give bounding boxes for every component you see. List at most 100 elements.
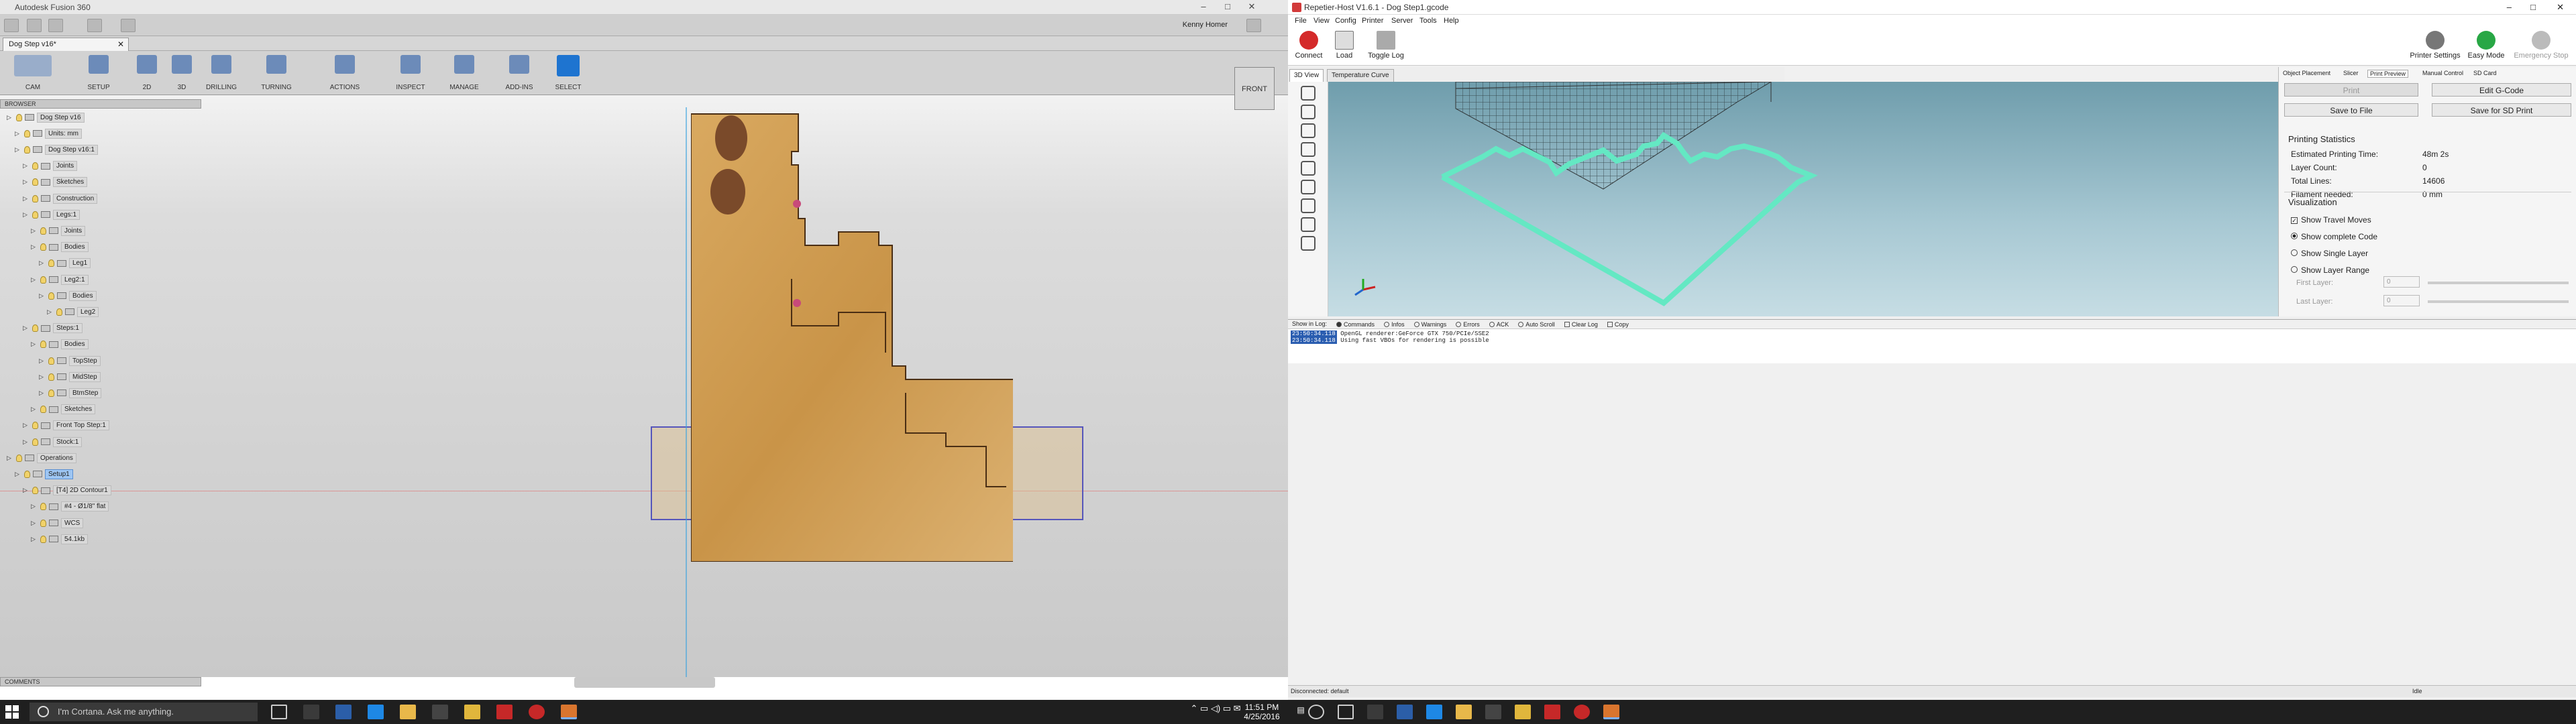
expand-arrow-icon[interactable]: ▷ — [47, 308, 54, 316]
tree-node[interactable]: ▷ Operations — [7, 452, 76, 464]
expand-arrow-icon[interactable]: ▷ — [39, 292, 46, 300]
expand-arrow-icon[interactable]: ▷ — [7, 114, 13, 121]
expand-arrow-icon[interactable]: ▷ — [15, 471, 21, 478]
taskbar-app-icon[interactable] — [303, 705, 319, 719]
taskbar-app-icon[interactable] — [529, 705, 545, 719]
top-view-icon[interactable] — [1300, 217, 1316, 232]
store-icon[interactable] — [432, 705, 448, 719]
first-layer-slider[interactable] — [2428, 282, 2569, 284]
expand-arrow-icon[interactable]: ▷ — [39, 357, 46, 365]
tree-node[interactable]: ▷ Stock:1 — [23, 436, 83, 448]
expand-arrow-icon[interactable]: ▷ — [23, 324, 30, 332]
expand-arrow-icon[interactable]: ▷ — [39, 389, 46, 397]
expand-arrow-icon[interactable]: ▷ — [31, 243, 38, 251]
taskbar-app-icon[interactable] — [464, 705, 480, 719]
filter-ack[interactable]: ACK — [1489, 320, 1509, 328]
ribbon-addins[interactable]: ADD-INS — [499, 54, 539, 93]
tree-node[interactable]: ▷ Sketches — [31, 404, 96, 416]
edge-icon[interactable] — [368, 705, 384, 719]
cortana-search-box[interactable]: I'm Cortana. Ask me anything. — [30, 703, 258, 721]
file-explorer-icon[interactable] — [1456, 705, 1472, 719]
file-menu-button[interactable] — [27, 19, 42, 32]
ribbon-cam[interactable]: CAM — [3, 54, 63, 93]
tab-temperature-curve[interactable]: Temperature Curve — [1327, 69, 1394, 82]
emergency-stop-button[interactable]: Emergency Stop — [2510, 31, 2572, 60]
task-view-icon[interactable] — [271, 705, 287, 719]
taskbar-app-icon[interactable] — [496, 705, 513, 719]
taskbar-app-icon[interactable] — [1574, 705, 1590, 719]
move-icon[interactable] — [1300, 105, 1316, 119]
expand-arrow-icon[interactable]: ▷ — [23, 422, 30, 429]
tab-3d-view[interactable]: 3D View — [1289, 69, 1324, 82]
windows-start-icon[interactable] — [5, 705, 19, 719]
store-icon[interactable] — [1485, 705, 1501, 719]
ribbon-select[interactable]: SELECT — [553, 54, 584, 93]
maximize-button[interactable]: □ — [1216, 1, 1240, 13]
ribbon-actions[interactable]: ACTIONS — [318, 54, 372, 93]
expand-arrow-icon[interactable]: ▷ — [39, 373, 46, 381]
redo-button[interactable] — [121, 19, 136, 32]
menu-help[interactable]: Help — [1444, 17, 1459, 25]
taskbar-app-icon[interactable] — [1544, 705, 1560, 719]
file-explorer-icon[interactable] — [400, 705, 416, 719]
tree-node[interactable]: ▷ TopStep — [39, 355, 101, 367]
save-to-file-button[interactable]: Save to File — [2284, 103, 2418, 117]
visibility-bulb-icon[interactable] — [16, 454, 22, 462]
show-travel-moves-checkbox[interactable]: ✓ Show Travel Moves — [2291, 212, 2377, 229]
menu-config[interactable]: Config — [1335, 17, 1356, 25]
expand-arrow-icon[interactable]: ▷ — [31, 536, 38, 543]
taskbar-app-icon[interactable] — [1367, 705, 1383, 719]
menu-file[interactable]: File — [1295, 17, 1307, 25]
expand-arrow-icon[interactable]: ▷ — [15, 130, 21, 137]
visibility-bulb-icon[interactable] — [40, 276, 46, 284]
visibility-bulb-icon[interactable] — [40, 227, 46, 235]
expand-arrow-icon[interactable]: ▷ — [23, 195, 30, 202]
ribbon-manage[interactable]: MANAGE — [443, 54, 486, 93]
filter-warnings[interactable]: Warnings — [1413, 320, 1446, 328]
visibility-bulb-icon[interactable] — [32, 422, 38, 430]
zoom-icon[interactable] — [1300, 142, 1316, 157]
filter-commands[interactable]: Commands — [1336, 320, 1375, 328]
visibility-bulb-icon[interactable] — [40, 535, 46, 543]
parallel-projection-icon[interactable] — [1300, 236, 1316, 251]
wood-part-model[interactable] — [691, 111, 1013, 562]
tree-node[interactable]: ▷ Construction — [23, 192, 98, 204]
visibility-bulb-icon[interactable] — [40, 519, 46, 527]
tab-print-preview-active[interactable]: Print Preview — [2367, 70, 2409, 78]
tab-document[interactable]: Dog Step v16* ✕ — [3, 38, 129, 51]
expand-arrow-icon[interactable]: ▷ — [31, 276, 38, 284]
minimize-button[interactable]: – — [2507, 2, 2512, 12]
tree-node[interactable]: ▷ Bodies — [31, 241, 89, 253]
tab-manual-control[interactable]: Manual Control — [2422, 70, 2463, 76]
taskbar-app-icon[interactable] — [1515, 705, 1531, 719]
expand-arrow-icon[interactable]: ▷ — [31, 406, 38, 413]
tree-node[interactable]: ▷ Sketches — [23, 176, 88, 188]
expand-arrow-icon[interactable]: ▷ — [23, 438, 30, 446]
expand-arrow-icon[interactable]: ▷ — [23, 211, 30, 219]
printer-settings-button[interactable]: Printer Settings — [2407, 31, 2463, 60]
side-view-icon[interactable] — [1300, 198, 1316, 213]
tree-node[interactable]: ▷ Joints — [31, 225, 86, 237]
menu-printer[interactable]: Printer — [1362, 17, 1383, 25]
visibility-bulb-icon[interactable] — [48, 389, 54, 397]
menu-tools[interactable]: Tools — [1419, 17, 1437, 25]
copy-log-button[interactable]: Copy — [1607, 320, 1629, 328]
help-icon[interactable] — [1246, 19, 1261, 32]
last-layer-slider[interactable] — [2428, 300, 2569, 303]
visibility-bulb-icon[interactable] — [24, 129, 30, 137]
menu-server[interactable]: Server — [1391, 17, 1413, 25]
last-layer-input[interactable]: 0 — [2383, 295, 2420, 306]
visibility-bulb-icon[interactable] — [48, 292, 54, 300]
tree-node[interactable]: ▷ WCS — [31, 517, 84, 529]
browser-header[interactable]: BROWSER — [0, 99, 201, 109]
minimize-button[interactable]: – — [1191, 1, 1216, 13]
menu-view[interactable]: View — [1313, 17, 1330, 25]
visibility-bulb-icon[interactable] — [40, 341, 46, 349]
ribbon-setup[interactable]: SETUP — [75, 54, 122, 93]
visibility-bulb-icon[interactable] — [40, 503, 46, 511]
visibility-bulb-icon[interactable] — [40, 243, 46, 251]
tree-node[interactable]: ▷ Units: mm — [15, 127, 82, 139]
auto-scroll-toggle[interactable]: Auto Scroll — [1518, 320, 1555, 328]
visibility-bulb-icon[interactable] — [48, 357, 54, 365]
ribbon-drilling[interactable]: DRILLING — [204, 54, 239, 93]
